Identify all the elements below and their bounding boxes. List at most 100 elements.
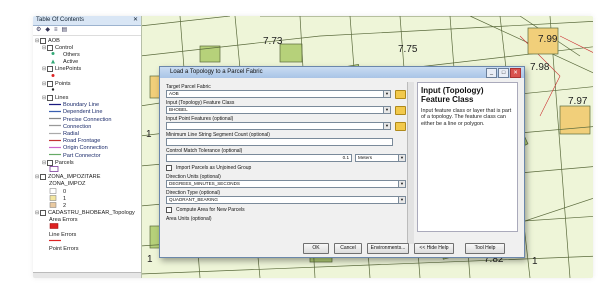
parameter-row xyxy=(166,138,406,146)
layer-visibility-checkbox[interactable] xyxy=(47,159,53,166)
toc-layer-item[interactable]: Radial xyxy=(33,130,141,137)
unjoined-checkbox-label: Import Parcels as Unjoined Group xyxy=(176,165,252,171)
close-button[interactable]: ✕ xyxy=(510,68,521,78)
minimize-button[interactable]: _ xyxy=(486,68,497,78)
toc-layer-item[interactable]: Line Errors xyxy=(33,231,141,238)
expand-collapse-icon[interactable]: ⊟ xyxy=(42,66,46,72)
list-by-selection-icon[interactable]: ▤ xyxy=(62,27,68,33)
list-by-source-icon[interactable]: ◆ xyxy=(45,27,50,33)
list-by-visibility-icon[interactable]: ≡ xyxy=(54,27,58,33)
chevron-down-icon[interactable]: ▼ xyxy=(383,90,391,98)
chevron-down-icon[interactable]: ▼ xyxy=(383,122,391,130)
tool-help-button[interactable]: Tool Help xyxy=(465,243,505,254)
browse-folder-icon[interactable] xyxy=(395,105,406,115)
toc-layer-item[interactable]: Point Errors xyxy=(33,245,141,252)
layer-visibility-checkbox[interactable] xyxy=(47,66,53,73)
toc-layer-item[interactable] xyxy=(33,73,141,80)
direction-units-select[interactable]: DEGREES_MINUTES_SECONDS xyxy=(166,180,399,188)
toc-layer-item[interactable]: Part Connector xyxy=(33,152,141,159)
arcmap-window: 7.737.757.997.987.977.377.82111 Table Of… xyxy=(33,16,593,278)
ok-button[interactable]: OK xyxy=(303,243,329,254)
tolerance-unit-select[interactable]: Meters xyxy=(355,154,399,162)
parcel-label: 7.98 xyxy=(530,62,550,73)
parameter-input[interactable]: BHOBEL xyxy=(166,106,384,114)
parameter-input[interactable] xyxy=(166,138,393,146)
list-by-drawing-order-icon[interactable]: ⚙ xyxy=(36,27,41,33)
toc-layer-item[interactable]: ⊟ Points xyxy=(33,80,141,87)
toc-title-bar: Table Of Contents ✕ xyxy=(33,16,141,26)
environments-button[interactable]: Environments... xyxy=(367,243,409,254)
toc-layer-item[interactable] xyxy=(33,166,141,173)
tolerance-value-input[interactable]: 0.1 xyxy=(166,154,352,162)
toc-layer-item[interactable]: ⊟ AOB xyxy=(33,37,141,44)
toc-layer-item[interactable]: Dependent Line xyxy=(33,109,141,116)
toc-layer-label: 2 xyxy=(63,202,67,209)
expand-collapse-icon[interactable]: ⊟ xyxy=(42,160,46,166)
toc-layer-item[interactable]: Connection xyxy=(33,123,141,130)
parameter-input[interactable]: AOB xyxy=(166,90,384,98)
line-symbol-icon xyxy=(49,102,61,109)
expand-collapse-icon[interactable]: ⊟ xyxy=(42,45,46,51)
expand-collapse-icon[interactable]: ⊟ xyxy=(35,174,39,180)
chevron-down-icon[interactable]: ▼ xyxy=(398,180,406,188)
direction-units-row: DEGREES_MINUTES_SECONDS ▼ xyxy=(166,180,406,188)
chevron-down-icon[interactable]: ▼ xyxy=(398,154,406,162)
browse-folder-icon[interactable] xyxy=(395,89,406,99)
parameter-row: ▼ xyxy=(166,121,406,131)
expand-collapse-icon[interactable]: ⊟ xyxy=(42,81,46,87)
toc-layer-item[interactable] xyxy=(33,223,141,231)
layer-visibility-checkbox[interactable] xyxy=(47,95,53,102)
expand-collapse-icon[interactable]: ⊟ xyxy=(35,38,39,44)
toc-layer-item[interactable]: Origin Connection xyxy=(33,145,141,152)
parameter-row: BHOBEL ▼ xyxy=(166,105,406,115)
area-units-label: Area Units (optional) xyxy=(166,216,212,222)
point-symbol-icon xyxy=(49,87,61,94)
toc-layer-label: Line Errors xyxy=(49,231,77,238)
expand-collapse-icon[interactable]: ⊟ xyxy=(42,95,46,101)
parcel-label: 7.73 xyxy=(263,36,283,47)
chevron-down-icon[interactable]: ▼ xyxy=(398,196,406,204)
line-symbol-icon xyxy=(49,131,61,138)
toc-horizontal-scrollbar[interactable] xyxy=(33,272,141,278)
dialog-title-bar[interactable]: Load a Topology to a Parcel Fabric _ □ ✕ xyxy=(160,67,524,78)
compute-area-checkbox[interactable] xyxy=(166,207,172,213)
parcel-label: 7.99 xyxy=(538,34,558,45)
layer-visibility-checkbox[interactable] xyxy=(40,174,46,181)
toc-layer-item[interactable]: Precise Connection xyxy=(33,116,141,123)
window-controls: _ □ ✕ xyxy=(485,68,521,78)
layer-visibility-checkbox[interactable] xyxy=(47,44,53,51)
toc-layer-item[interactable]: ⊟ Lines xyxy=(33,95,141,102)
toc-layer-item[interactable] xyxy=(33,238,141,245)
toc-layer-item[interactable]: ⊟ ZONA_IMPOZITARE xyxy=(33,174,141,181)
toc-layer-label: Point Errors xyxy=(49,246,79,253)
compute-area-checkbox-row[interactable]: Compute Area for New Parcels xyxy=(166,206,406,214)
pin-close-icon[interactable]: ✕ xyxy=(133,16,138,25)
layer-visibility-checkbox[interactable] xyxy=(40,37,46,44)
maximize-button[interactable]: □ xyxy=(498,68,509,78)
toc-layer-item[interactable]: Active xyxy=(33,59,141,66)
browse-folder-icon[interactable] xyxy=(395,121,406,131)
form-vertical-scrollbar[interactable] xyxy=(407,82,414,244)
toc-layer-item[interactable]: ⊟ LinePoints xyxy=(33,66,141,73)
hide-help-button[interactable]: << Hide Help xyxy=(414,243,454,254)
unjoined-checkbox[interactable] xyxy=(166,165,172,171)
expand-collapse-icon[interactable]: ⊟ xyxy=(35,210,39,216)
layer-visibility-checkbox[interactable] xyxy=(40,210,46,217)
direction-type-select[interactable]: QUADRANT_BEARING xyxy=(166,196,399,204)
toc-layer-label: Precise Connection xyxy=(63,116,112,123)
toc-layer-item[interactable]: 2 xyxy=(33,202,141,209)
toc-title: Table Of Contents xyxy=(36,17,85,23)
layer-visibility-checkbox[interactable] xyxy=(47,80,53,87)
toc-layer-label: Others xyxy=(63,51,80,58)
chevron-down-icon[interactable]: ▼ xyxy=(383,106,391,114)
toc-layer-item[interactable]: Others xyxy=(33,51,141,58)
parameter-input[interactable] xyxy=(166,122,384,130)
dialog-title: Load a Topology to a Parcel Fabric xyxy=(170,69,263,75)
unjoined-checkbox-row[interactable]: Import Parcels as Unjoined Group xyxy=(166,164,406,172)
toc-layer-item[interactable]: Boundary Line xyxy=(33,102,141,109)
cancel-button[interactable]: Cancel xyxy=(334,243,362,254)
toc-layer-item[interactable]: ⊟ Control xyxy=(33,44,141,51)
toc-layer-item[interactable] xyxy=(33,87,141,94)
toc-layer-item[interactable]: Road Frontage xyxy=(33,138,141,145)
toc-layer-item[interactable]: ⊟ CADASTRU_BHOBEAR_Topology xyxy=(33,210,141,217)
